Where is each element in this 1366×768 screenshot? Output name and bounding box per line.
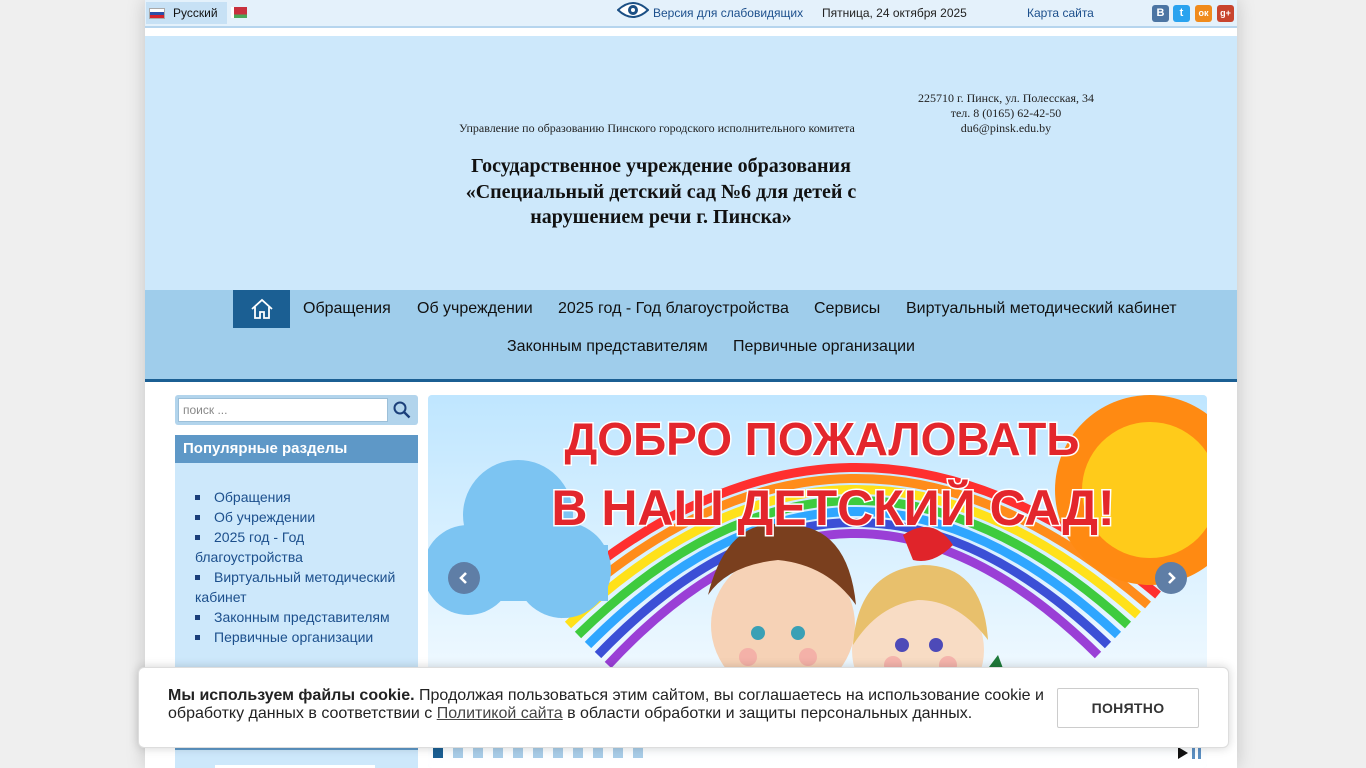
search-button[interactable]: [389, 398, 415, 422]
nav-item-services[interactable]: Сервисы: [814, 300, 880, 318]
contact-block: 225710 г. Пинск, ул. Полесская, 34 тел. …: [905, 91, 1107, 136]
address: 225710 г. Пинск, ул. Полесская, 34: [918, 91, 1094, 105]
slider-dot[interactable]: [493, 748, 503, 758]
slider-dot[interactable]: [513, 748, 523, 758]
eye-icon[interactable]: [617, 0, 649, 20]
russia-flag-icon: [149, 7, 165, 19]
play-icon[interactable]: [1177, 747, 1188, 759]
slider-next-button[interactable]: [1155, 562, 1187, 594]
home-button[interactable]: [233, 290, 290, 328]
chevron-left-icon: [459, 572, 467, 584]
cookie-message: Мы используем файлы cookie. Продолжая по…: [168, 687, 1048, 723]
list-item[interactable]: 2025 год - Год благоустройства: [195, 527, 408, 567]
nav-item-about[interactable]: Об учреждении: [417, 300, 533, 318]
slider-dot[interactable]: [613, 748, 623, 758]
google-plus-icon[interactable]: g+: [1217, 5, 1234, 22]
slider-dot[interactable]: [573, 748, 583, 758]
banner-heading: ДОБРО ПОЖАЛОВАТЬ: [565, 413, 1080, 465]
phone: тел. 8 (0165) 62-42-50: [950, 106, 1062, 120]
site-policy-link[interactable]: Политикой сайта: [437, 705, 563, 722]
language-russian[interactable]: Русский: [146, 2, 227, 24]
slider-dot[interactable]: [433, 748, 443, 758]
slider-dot[interactable]: [553, 748, 563, 758]
title-line: нарушением речи г. Пинска»: [530, 206, 792, 228]
cookie-consent-banner: Мы используем файлы cookie. Продолжая по…: [138, 667, 1229, 748]
vkontakte-icon[interactable]: В: [1152, 5, 1169, 22]
odnoklassniki-icon[interactable]: ок: [1195, 5, 1212, 22]
top-bar: Русский Версия для слабовидящих Пятница,…: [145, 0, 1237, 28]
slider-prev-button[interactable]: [448, 562, 480, 594]
list-item[interactable]: Виртуальный методический кабинет: [195, 567, 408, 607]
popular-sections-list: Обращения Об учреждении 2025 год - Год б…: [175, 463, 418, 647]
nav-item-primary-organizations[interactable]: Первичные организации: [733, 338, 915, 356]
nav-item-appeals[interactable]: Обращения: [303, 300, 391, 318]
title-line: «Специальный детский сад №6 для детей с: [465, 180, 857, 203]
sitemap-link[interactable]: Карта сайта: [1027, 6, 1094, 20]
page-container: Русский Версия для слабовидящих Пятница,…: [145, 0, 1237, 768]
chevron-right-icon: [1168, 572, 1176, 584]
title-line: Государственное учреждение образования: [471, 155, 851, 177]
banner-heading: В НАШ ДЕТСКИЙ САД!: [551, 479, 1114, 536]
list-item[interactable]: Первичные организации: [195, 627, 408, 647]
home-icon: [250, 298, 273, 319]
language-label: Русский: [173, 6, 218, 20]
slider-dot[interactable]: [593, 748, 603, 758]
institution-title: Государственное учреждение образования «…: [441, 154, 881, 231]
twitter-icon[interactable]: t: [1173, 5, 1190, 22]
subordinate-authority: Управление по образованию Пинского город…: [459, 121, 855, 135]
list-item[interactable]: Законным представителям: [195, 607, 408, 627]
cookie-message-bold: Мы используем файлы cookie.: [168, 687, 415, 704]
slider-pagination: [433, 748, 643, 758]
low-vision-version-link[interactable]: Версия для слабовидящих: [653, 6, 803, 20]
search-input[interactable]: [178, 398, 388, 422]
site-header: Управление по образованию Пинского город…: [145, 36, 1237, 290]
cookie-message-text: в области обработки и защиты персональны…: [562, 705, 973, 722]
main-navigation: Обращения Об учреждении 2025 год - Год б…: [145, 290, 1237, 382]
nav-item-legal-representatives[interactable]: Законным представителям: [507, 338, 708, 356]
pause-icon[interactable]: [1192, 747, 1202, 759]
list-item[interactable]: Об учреждении: [195, 507, 408, 527]
search-icon: [393, 401, 411, 419]
slider-dot[interactable]: [633, 748, 643, 758]
slider-dot[interactable]: [533, 748, 543, 758]
email: du6@pinsk.edu.by: [960, 121, 1052, 135]
belarus-flag-icon[interactable]: [231, 7, 247, 18]
list-item[interactable]: Обращения: [195, 487, 408, 507]
slider-dot[interactable]: [453, 748, 463, 758]
popular-sections-title: Популярные разделы: [175, 435, 418, 463]
nav-item-year-2025[interactable]: 2025 год - Год благоустройства: [558, 300, 789, 318]
slider-dot[interactable]: [473, 748, 483, 758]
current-date: Пятница, 24 октября 2025: [822, 6, 967, 20]
accept-cookies-button[interactable]: ПОНЯТНО: [1057, 688, 1199, 728]
search-box: [175, 395, 418, 425]
nav-item-methodical-cabinet[interactable]: Виртуальный методический кабинет: [906, 300, 1177, 318]
